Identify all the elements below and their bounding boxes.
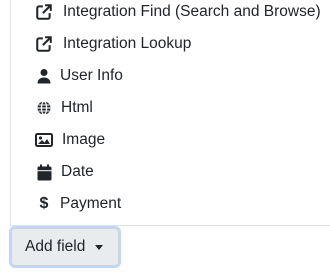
image-icon	[35, 131, 53, 149]
menu-item-date[interactable]: Date	[35, 156, 94, 188]
add-field-label: Add field	[25, 238, 86, 255]
menu-item-integration-lookup[interactable]: Integration Lookup	[35, 28, 191, 60]
menu-item-label: User Info	[60, 67, 123, 84]
menu-item-integration-find[interactable]: Integration Find (Search and Browse)	[35, 0, 321, 28]
menu-item-html[interactable]: Html	[35, 92, 93, 124]
add-field-button[interactable]: Add field	[11, 228, 119, 266]
menu-item-label: Html	[61, 99, 93, 116]
menu-item-label: Payment	[60, 195, 122, 212]
menu-item-payment[interactable]: $ Payment	[35, 188, 122, 220]
field-type-menu: Integration Find (Search and Browse) Int…	[10, 0, 330, 226]
globe-icon	[35, 99, 53, 117]
user-icon	[35, 67, 53, 85]
caret-down-icon	[95, 244, 104, 250]
calendar-icon	[35, 163, 53, 181]
menu-item-image[interactable]: Image	[35, 124, 105, 156]
external-link-icon	[35, 35, 53, 53]
menu-item-label: Date	[61, 163, 94, 180]
external-link-icon	[35, 3, 53, 21]
menu-item-label: Image	[62, 131, 106, 148]
menu-item-label: Integration Lookup	[63, 35, 192, 52]
menu-item-user-info[interactable]: User Info	[35, 60, 123, 92]
menu-item-label: Integration Find (Search and Browse)	[63, 3, 321, 20]
dollar-icon: $	[39, 195, 49, 212]
